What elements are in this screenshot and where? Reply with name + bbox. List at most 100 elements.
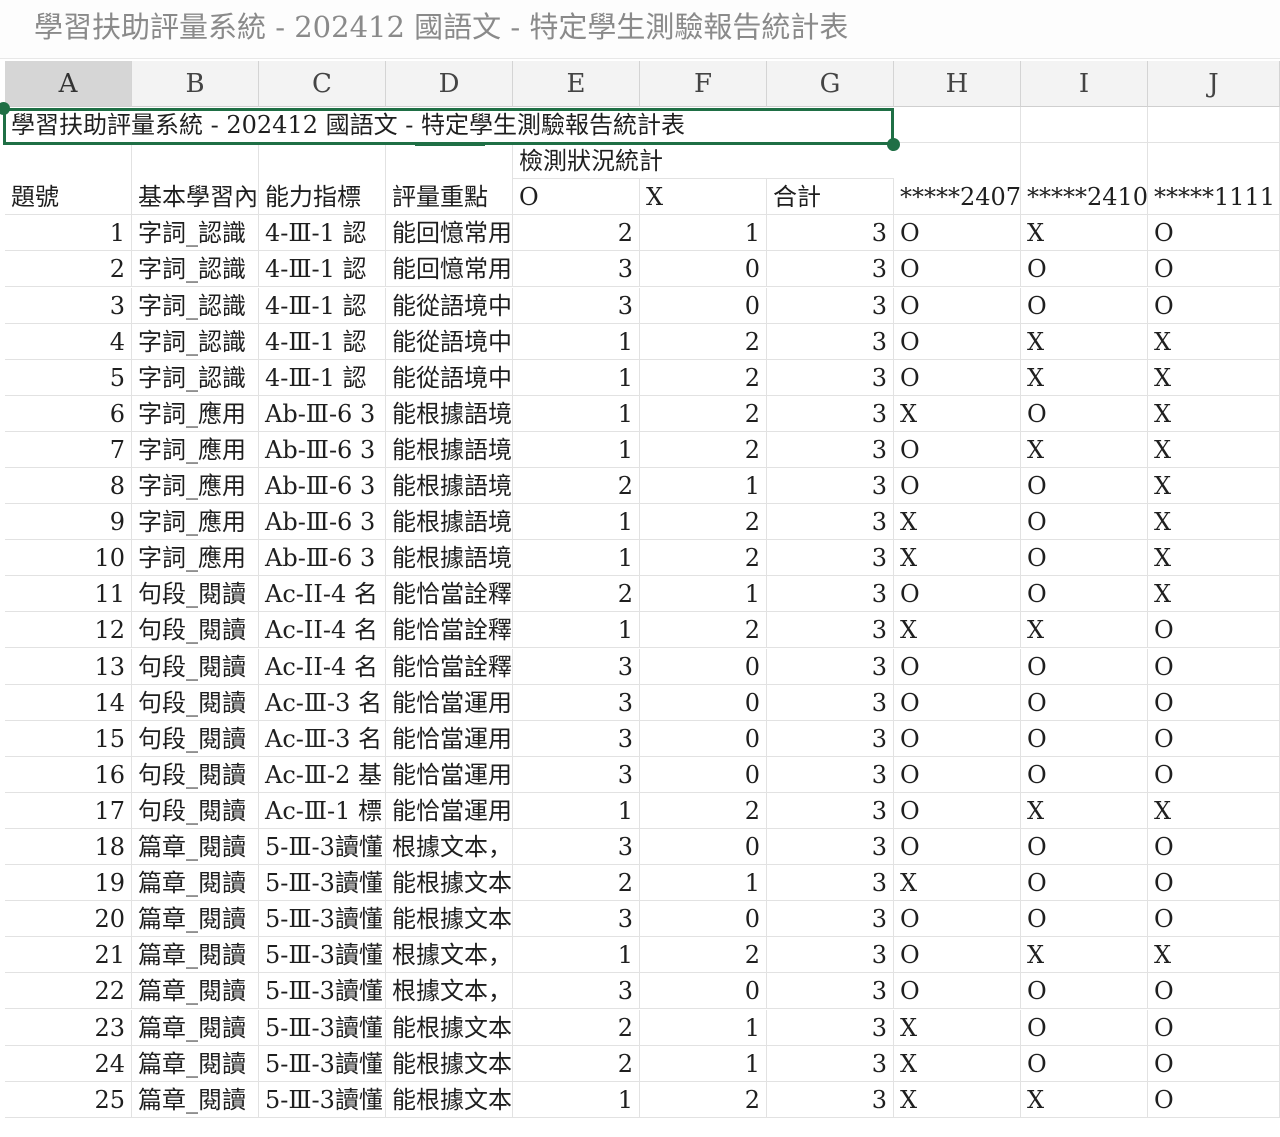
cell-student3[interactable]: O <box>1148 648 1280 685</box>
cell-student3[interactable]: O <box>1148 612 1280 649</box>
cell-category[interactable]: 句段_閱讀 <box>132 684 259 721</box>
empty-cell[interactable] <box>894 107 1021 143</box>
cell-student2[interactable]: X <box>1021 937 1148 974</box>
cell-indicator[interactable]: 4-Ⅲ-1 認 <box>259 323 386 360</box>
cell-total[interactable]: 3 <box>767 395 894 432</box>
cell-category[interactable]: 篇章_閱讀 <box>132 973 259 1010</box>
cell-student2[interactable]: O <box>1021 504 1148 541</box>
cell-student2[interactable]: O <box>1021 576 1148 613</box>
cell-x-count[interactable]: 2 <box>640 431 767 468</box>
cell-student1[interactable]: O <box>894 648 1021 685</box>
header-cell-student3[interactable]: *****1111 <box>1148 179 1280 216</box>
cell-total[interactable]: 3 <box>767 359 894 396</box>
cell-category[interactable]: 篇章_閱讀 <box>132 901 259 938</box>
cell-student1[interactable]: X <box>894 1081 1021 1118</box>
cell-focus[interactable]: 能回憶常用 <box>386 215 513 252</box>
cell-category[interactable]: 句段_閱讀 <box>132 576 259 613</box>
cell-focus[interactable]: 能恰當詮釋 <box>386 576 513 613</box>
title-cell[interactable]: 學習扶助評量系統 - 202412 國語文 - 特定學生測驗報告統計表 <box>5 107 894 143</box>
column-header-c[interactable]: C <box>259 61 386 107</box>
cell-x-count[interactable]: 2 <box>640 792 767 829</box>
cell-indicator[interactable]: Ac-Ⅲ-1 標 <box>259 792 386 829</box>
column-header-e[interactable]: E <box>513 61 640 107</box>
cell-number[interactable]: 5 <box>5 359 132 396</box>
cell-indicator[interactable]: Ac-Ⅲ-3 名 <box>259 720 386 757</box>
cell-category[interactable]: 句段_閱讀 <box>132 648 259 685</box>
empty-cell[interactable] <box>1148 143 1280 180</box>
cell-x-count[interactable]: 2 <box>640 504 767 541</box>
cell-student3[interactable]: O <box>1148 287 1280 324</box>
cell-o-count[interactable]: 1 <box>513 359 640 396</box>
cell-student1[interactable]: O <box>894 792 1021 829</box>
cell-category[interactable]: 字詞_應用 <box>132 540 259 577</box>
cell-student2[interactable]: X <box>1021 792 1148 829</box>
cell-number[interactable]: 25 <box>5 1081 132 1118</box>
cell-student2[interactable]: O <box>1021 720 1148 757</box>
cell-student3[interactable]: O <box>1148 251 1280 288</box>
cell-o-count[interactable]: 1 <box>513 612 640 649</box>
cell-x-count[interactable]: 2 <box>640 612 767 649</box>
cell-total[interactable]: 3 <box>767 540 894 577</box>
cell-focus[interactable]: 根據文本， <box>386 829 513 865</box>
cell-student2[interactable]: X <box>1021 359 1148 396</box>
cell-total[interactable]: 3 <box>767 901 894 938</box>
cell-student1[interactable]: X <box>894 540 1021 577</box>
cell-total[interactable]: 3 <box>767 756 894 793</box>
header-cell-total[interactable]: 合計 <box>767 179 894 216</box>
cell-o-count[interactable]: 2 <box>513 1009 640 1046</box>
cell-student2[interactable]: X <box>1021 1081 1148 1118</box>
cell-focus[interactable]: 能根據文本 <box>386 1009 513 1046</box>
cell-number[interactable]: 6 <box>5 395 132 432</box>
cell-student3[interactable]: O <box>1148 215 1280 252</box>
cell-number[interactable]: 13 <box>5 648 132 685</box>
cell-indicator[interactable]: 5-Ⅲ-3讀懂 <box>259 1081 386 1118</box>
cell-student3[interactable]: X <box>1148 792 1280 829</box>
cell-student3[interactable]: O <box>1148 720 1280 757</box>
cell-student2[interactable]: X <box>1021 612 1148 649</box>
cell-number[interactable]: 14 <box>5 684 132 721</box>
cell-total[interactable]: 3 <box>767 431 894 468</box>
cell-focus[interactable]: 能恰當運用 <box>386 756 513 793</box>
cell-total[interactable]: 3 <box>767 973 894 1010</box>
cell-student3[interactable]: X <box>1148 395 1280 432</box>
cell-o-count[interactable]: 3 <box>513 756 640 793</box>
cell-indicator[interactable]: Ac-Ⅲ-2 基 <box>259 756 386 793</box>
cell-total[interactable]: 3 <box>767 1081 894 1118</box>
cell-student1[interactable]: X <box>894 1045 1021 1082</box>
cell-student1[interactable]: X <box>894 612 1021 649</box>
cell-indicator[interactable]: 4-Ⅲ-1 認 <box>259 251 386 288</box>
cell-total[interactable]: 3 <box>767 323 894 360</box>
cell-student1[interactable]: O <box>894 215 1021 252</box>
cell-student1[interactable]: O <box>894 431 1021 468</box>
cell-focus[interactable]: 能從語境中 <box>386 359 513 396</box>
cell-student3[interactable]: O <box>1148 756 1280 793</box>
cell-student2[interactable]: O <box>1021 287 1148 324</box>
cell-category[interactable]: 篇章_閱讀 <box>132 1045 259 1082</box>
cell-student2[interactable]: O <box>1021 251 1148 288</box>
cell-student3[interactable]: O <box>1148 1045 1280 1082</box>
cell-indicator[interactable]: 5-Ⅲ-3讀懂 <box>259 865 386 902</box>
cell-student3[interactable]: X <box>1148 504 1280 541</box>
cell-category[interactable]: 字詞_認識 <box>132 215 259 252</box>
cell-o-count[interactable]: 3 <box>513 287 640 324</box>
cell-indicator[interactable]: 5-Ⅲ-3讀懂 <box>259 901 386 938</box>
cell-focus[interactable]: 能根據語境 <box>386 431 513 468</box>
cell-indicator[interactable]: 5-Ⅲ-3讀懂 <box>259 829 386 865</box>
cell-number[interactable]: 24 <box>5 1045 132 1082</box>
column-header-f[interactable]: F <box>640 61 767 107</box>
cell-category[interactable]: 篇章_閱讀 <box>132 865 259 902</box>
cell-number[interactable]: 7 <box>5 431 132 468</box>
column-header-d[interactable]: D <box>386 61 513 107</box>
cell-o-count[interactable]: 1 <box>513 504 640 541</box>
cell-student3[interactable]: O <box>1148 1009 1280 1046</box>
column-header-a[interactable]: A <box>5 61 132 107</box>
cell-total[interactable]: 3 <box>767 287 894 324</box>
cell-indicator[interactable]: Ab-Ⅲ-6 3 <box>259 540 386 577</box>
cell-o-count[interactable]: 1 <box>513 431 640 468</box>
cell-focus[interactable]: 能根據文本 <box>386 901 513 938</box>
cell-x-count[interactable]: 0 <box>640 829 767 865</box>
empty-cell[interactable] <box>386 143 513 180</box>
header-cell-student1[interactable]: *****2407 <box>894 179 1021 216</box>
cell-student2[interactable]: X <box>1021 215 1148 252</box>
cell-number[interactable]: 2 <box>5 251 132 288</box>
